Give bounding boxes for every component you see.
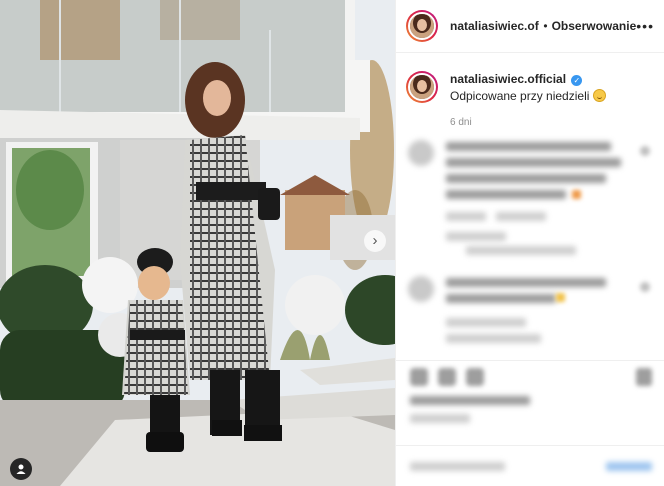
more-horizontal-icon[interactable]: ••• [636, 18, 654, 34]
header-username[interactable]: nataliasiwiec.offici [450, 19, 539, 33]
heart-icon[interactable] [640, 282, 650, 292]
comment-meta [446, 318, 526, 327]
grinning-emoji-icon [592, 89, 606, 102]
caption-avatar[interactable] [406, 71, 438, 103]
publish-button[interactable] [606, 462, 652, 471]
avatar[interactable] [406, 10, 438, 42]
heart-icon[interactable] [640, 146, 650, 156]
comment-line [446, 294, 556, 303]
comment-meta [446, 212, 486, 221]
divider [396, 360, 664, 361]
comment-emoji [556, 293, 565, 302]
user-tag-icon[interactable] [10, 458, 32, 480]
verified-badge-icon: ✓ [571, 75, 583, 86]
comment-line [446, 158, 621, 167]
header-separator: • [543, 19, 548, 33]
share-icon[interactable] [466, 368, 484, 386]
post-date [410, 414, 470, 423]
chevron-right-icon[interactable]: › [364, 230, 386, 252]
caption-text-block: nataliasiwiec.official ✓ Odpicowane przy… [450, 71, 654, 105]
caption-body: Odpicowane przy niedzieli [450, 89, 590, 103]
comment-avatar [408, 276, 434, 302]
comment-replies [466, 246, 576, 255]
caption-username[interactable]: nataliasiwiec.official [450, 72, 566, 86]
add-comment-input[interactable] [410, 462, 505, 471]
comment-avatar [408, 140, 434, 166]
comment-emoji [572, 190, 581, 199]
divider [396, 445, 664, 446]
bookmark-icon[interactable] [636, 368, 652, 386]
comment-line [446, 278, 606, 287]
post-side-panel: nataliasiwiec.offici • Obserwowanie ••• … [395, 0, 664, 486]
caption: nataliasiwiec.official ✓ Odpicowane przy… [396, 53, 664, 105]
follow-button[interactable]: Obserwowanie [552, 19, 637, 33]
comment-meta [496, 212, 546, 221]
comment-icon[interactable] [438, 368, 456, 386]
comment-meta [446, 334, 541, 343]
like-icon[interactable] [410, 368, 428, 386]
post-time[interactable]: 6 dni [450, 117, 664, 128]
likes-count[interactable] [410, 396, 530, 405]
post-header: nataliasiwiec.offici • Obserwowanie ••• [396, 0, 664, 53]
comment-line [446, 174, 606, 183]
post-photo[interactable]: › [0, 0, 395, 486]
comment-line [446, 190, 566, 199]
photo-illustration [0, 0, 395, 486]
comment-line [446, 142, 611, 151]
comment-meta [446, 232, 506, 241]
